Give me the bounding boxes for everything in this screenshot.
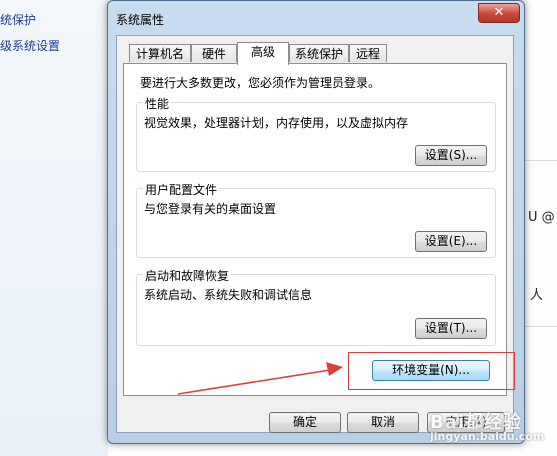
- group-desc-startup-recovery: 系统启动、系统失败和调试信息: [144, 288, 313, 302]
- close-icon: ✕: [493, 5, 505, 20]
- group-title-user-profiles: 用户配置文件: [143, 181, 220, 198]
- user-profiles-settings-button[interactable]: 设置(E)...: [415, 231, 487, 252]
- dialog-title: 系统属性: [116, 13, 165, 27]
- group-user-profiles: 用户配置文件 与您登录有关的桌面设置 设置(E)...: [136, 181, 496, 258]
- control-panel-sidebar: 统保护 级系统设置: [0, 0, 108, 456]
- baidu-watermark: Bai都经验 jingyan.baidu.com: [430, 408, 550, 448]
- annotation-highlight-box: [348, 352, 515, 390]
- group-startup-recovery: 启动和故障恢复 系统启动、系统失败和调试信息 设置(T)...: [136, 267, 496, 346]
- startup-recovery-settings-button[interactable]: 设置(T)...: [415, 318, 487, 339]
- tab-remote[interactable]: 远程: [349, 44, 387, 62]
- background-text-fragment: U @: [528, 210, 555, 225]
- group-desc-user-profiles: 与您登录有关的桌面设置: [144, 202, 277, 216]
- group-desc-performance: 视觉效果，处理器计划，内存使用，以及虚拟内存: [144, 116, 409, 130]
- tab-computer-name[interactable]: 计算机名: [129, 44, 191, 62]
- cancel-button[interactable]: 取消: [347, 412, 419, 433]
- performance-settings-button[interactable]: 设置(S)...: [415, 145, 487, 166]
- group-performance: 性能 视觉效果，处理器计划，内存使用，以及虚拟内存 设置(S)...: [136, 95, 496, 172]
- tab-panel-advanced: 要进行大多数更改，您必须作为管理员登录。 性能 视觉效果，处理器计划，内存使用，…: [123, 63, 507, 396]
- watermark-url: jingyan.baidu.com: [430, 430, 545, 443]
- close-button[interactable]: ✕: [478, 3, 520, 23]
- admin-note: 要进行大多数更改，您必须作为管理员登录。: [140, 76, 381, 90]
- sidebar-link-system-protection[interactable]: 统保护: [0, 11, 36, 28]
- dialog-titlebar[interactable]: 系统属性 ✕: [108, 1, 524, 35]
- tab-strip: 计算机名 硬件 高级 系统保护 远程: [123, 42, 503, 65]
- group-title-startup-recovery: 启动和故障恢复: [143, 267, 232, 284]
- tab-advanced[interactable]: 高级: [237, 42, 289, 65]
- background-text-fragment: 人: [530, 288, 544, 303]
- group-title-performance: 性能: [143, 95, 172, 112]
- ok-button[interactable]: 确定: [269, 412, 341, 433]
- tab-hardware[interactable]: 硬件: [191, 44, 237, 62]
- tab-system-protection[interactable]: 系统保护: [289, 44, 349, 62]
- sidebar-link-advanced-settings[interactable]: 级系统设置: [0, 37, 60, 54]
